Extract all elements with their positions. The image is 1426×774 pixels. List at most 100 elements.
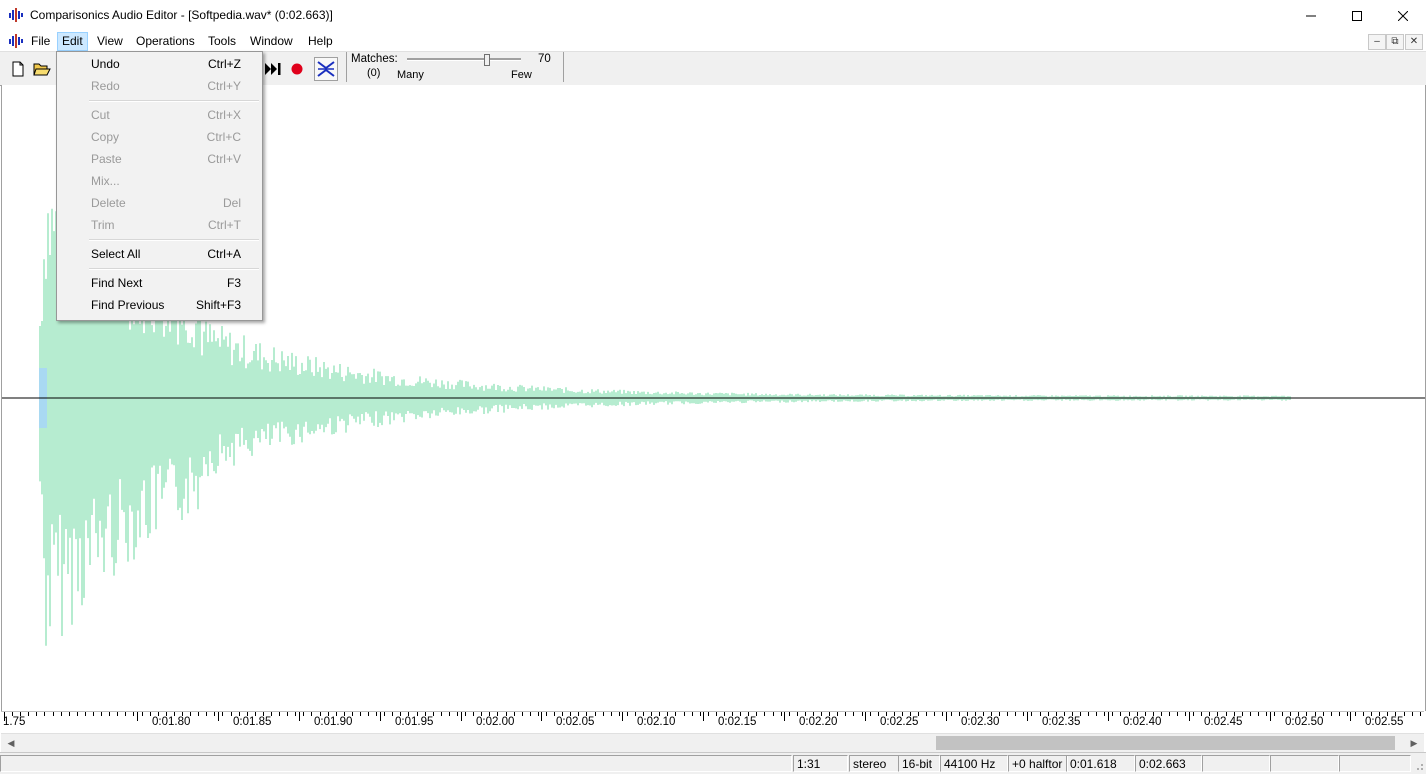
status-cell-empty-3 (1339, 755, 1411, 772)
ruler-minor-tick (101, 712, 102, 716)
edit-menu-find-next[interactable]: Find Next F3 (59, 272, 260, 294)
menu-view[interactable]: View (93, 33, 127, 50)
ruler-minor-tick (1031, 712, 1032, 716)
close-icon (1398, 10, 1408, 21)
matches-label: Matches: (351, 53, 398, 65)
ruler-tick-label: 1.75 (3, 716, 26, 728)
menu-bar: File Edit View Operations Tools Window H… (0, 31, 1426, 51)
ruler-minor-tick (360, 712, 361, 716)
ruler-minor-tick (109, 712, 110, 716)
minimize-button[interactable] (1288, 0, 1334, 31)
ruler-tick-label: 0:02.20 (799, 716, 838, 728)
mdi-restore-button[interactable]: ⧉ (1386, 34, 1404, 50)
menu-help[interactable]: Help (304, 33, 337, 50)
ruler-minor-tick (1177, 712, 1178, 716)
ruler-minor-tick (311, 712, 312, 716)
matches-slider-thumb[interactable] (483, 54, 490, 66)
new-file-button[interactable] (6, 57, 30, 81)
new-file-icon (12, 61, 24, 77)
compare-button[interactable] (314, 57, 338, 81)
edit-menu-cut[interactable]: Cut Ctrl+X (59, 104, 260, 126)
menu-tools[interactable]: Tools (204, 33, 240, 50)
ruler-major-tick (1108, 712, 1109, 721)
ruler-minor-tick (303, 712, 304, 716)
skip-to-end-button[interactable] (261, 57, 285, 81)
ruler-minor-tick (595, 712, 596, 716)
edit-menu-trim[interactable]: Trim Ctrl+T (59, 214, 260, 236)
menu-operations[interactable]: Operations (132, 33, 199, 50)
menu-file[interactable]: File (27, 33, 54, 50)
app-icon[interactable] (8, 7, 24, 23)
ruler-tick-label: 0:02.50 (1285, 716, 1324, 728)
ruler-minor-tick (1007, 712, 1008, 716)
edit-menu-redo[interactable]: Redo Ctrl+Y (59, 75, 260, 97)
ruler-major-tick (380, 712, 381, 721)
ruler-minor-tick (797, 712, 798, 716)
ruler-minor-tick (538, 712, 539, 716)
mdi-minimize-button[interactable]: – (1368, 34, 1386, 50)
menu-item-label: Find Next (91, 276, 143, 290)
menu-item-shortcut: F3 (226, 276, 241, 290)
edit-menu-mix[interactable]: Mix... (59, 170, 260, 192)
ruler-tick-label: 0:02.10 (637, 716, 676, 728)
ruler-tick-label: 0:01.90 (314, 716, 353, 728)
edit-menu-delete[interactable]: Delete Del (59, 192, 260, 214)
ruler-minor-tick (1193, 712, 1194, 716)
ruler-major-tick (299, 712, 300, 721)
edit-menu-paste[interactable]: Paste Ctrl+V (59, 148, 260, 170)
ruler-minor-tick (853, 712, 854, 716)
ruler-minor-tick (473, 712, 474, 716)
menu-separator (89, 100, 259, 102)
matches-slider-track[interactable] (407, 58, 521, 61)
ruler-minor-tick (142, 712, 143, 716)
ruler-minor-tick (465, 712, 466, 716)
time-ruler: 1.75 0:01.80 0:01.85 0:01.90 0:01.95 0:02.00 0… (1, 711, 1424, 734)
status-pitch: +0 halftor (1008, 755, 1068, 772)
compare-icon (317, 61, 335, 77)
ruler-tick-label: 0:01.95 (395, 716, 434, 728)
status-cell-message (0, 755, 792, 772)
ruler-minor-tick (1120, 712, 1121, 716)
ruler-minor-tick (789, 712, 790, 716)
ruler-tick-label: 0:02.15 (718, 716, 757, 728)
mdi-close-button[interactable]: ✕ (1405, 34, 1423, 50)
ruler-minor-tick (295, 712, 296, 716)
scroll-left-button[interactable]: ◀ (3, 735, 19, 751)
edit-menu-undo[interactable]: Undo Ctrl+Z (59, 53, 260, 75)
ruler-major-tick (218, 712, 219, 721)
ruler-minor-tick (1096, 712, 1097, 716)
ruler-minor-tick (934, 712, 935, 716)
menu-item-label: Select All (91, 247, 141, 261)
record-button[interactable] (285, 57, 309, 81)
ruler-minor-tick (69, 712, 70, 716)
matches-panel: Matches: 70 (0) Many Few (346, 52, 564, 82)
ruler-minor-tick (1274, 712, 1275, 716)
horizontal-scrollbar[interactable]: ◀ ▶ (1, 733, 1424, 752)
maximize-button[interactable] (1334, 0, 1380, 31)
close-button[interactable] (1380, 0, 1426, 31)
ruler-minor-tick (684, 712, 685, 716)
resize-grip-icon (1417, 764, 1423, 770)
ruler-major-tick (703, 712, 704, 721)
ruler-major-tick (865, 712, 866, 721)
scrollbar-thumb[interactable] (936, 736, 1395, 750)
resize-grip[interactable] (1412, 759, 1424, 771)
menu-window[interactable]: Window (246, 33, 297, 50)
status-total-time: 0:02.663 (1135, 755, 1202, 772)
ruler-minor-tick (279, 712, 280, 716)
open-file-button[interactable] (30, 57, 54, 81)
menu-item-label: Cut (91, 108, 110, 122)
minimize-icon (1306, 15, 1316, 16)
chevron-right-icon: ▶ (1410, 737, 1418, 748)
document-icon[interactable] (8, 33, 24, 49)
menu-item-shortcut: Shift+F3 (195, 298, 241, 312)
edit-menu-find-previous[interactable]: Find Previous Shift+F3 (59, 294, 260, 316)
menu-edit[interactable]: Edit (57, 32, 88, 51)
menu-item-shortcut: Ctrl+Z (208, 57, 241, 71)
ruler-minor-tick (627, 712, 628, 716)
close-icon: ✕ (1409, 36, 1419, 47)
edit-menu-copy[interactable]: Copy Ctrl+C (59, 126, 260, 148)
scroll-right-button[interactable]: ▶ (1406, 735, 1422, 751)
ruler-minor-tick (942, 712, 943, 716)
edit-menu-select-all[interactable]: Select All Ctrl+A (59, 243, 260, 265)
